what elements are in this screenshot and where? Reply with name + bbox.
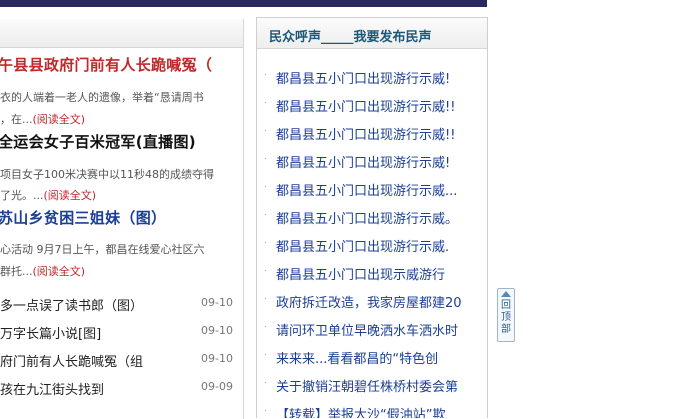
news-title[interactable]: 府门前有人长跪喊冤（组 (0, 351, 143, 370)
voice-item-link[interactable]: 都昌县五小门口出现游行示威! (276, 152, 450, 171)
bullet-icon: · (264, 126, 268, 137)
list-item[interactable]: · 请问环卫单位早晚洒水车洒水时 (257, 316, 487, 344)
public-voice-tab[interactable]: 民众呼声 (269, 30, 321, 45)
list-item[interactable]: · 都昌县五小门口出现游行示威... (257, 176, 487, 204)
list-item[interactable]: · 都昌县五小门口出现游行示威! (257, 64, 487, 92)
list-item[interactable]: 多一点误了读书郎（图） 09-10 (0, 290, 243, 318)
top-bar-blank (487, 0, 675, 7)
list-item[interactable]: · 都昌县五小门口出现游行示威!! (257, 92, 487, 120)
story-title-text[interactable]: 苏山乡贫困三姐妹（图） (0, 209, 166, 227)
list-item[interactable]: 万字长篇小说[图] 09-10 (0, 318, 243, 346)
list-item[interactable]: · 都昌县五小门口出现游行示威。 (257, 204, 487, 232)
bullet-icon: · (264, 406, 268, 417)
news-date: 09-10 (201, 296, 233, 309)
story-title-text[interactable]: 全运会女子百米冠军(直播图) (0, 133, 196, 151)
story-title-1[interactable]: 午县县政府门前有人长跪喊冤（ (0, 54, 212, 75)
voice-item-link[interactable]: 都昌县五小门口出现游行示威!! (276, 96, 455, 115)
bullet-icon: · (264, 70, 268, 81)
list-item[interactable]: · 【转载】举报大沙“假油站”欺 (257, 400, 487, 418)
header-separator: _____ (321, 30, 354, 45)
voice-item-link[interactable]: 【转载】举报大沙“假油站”欺 (276, 404, 445, 418)
left-news-panel: 午县县政府门前有人长跪喊冤（ 衣的人端着一老人的遗像，举着“恳请周书 ，在...… (0, 19, 244, 419)
list-item[interactable]: · 都昌县五小门口出现游行示威!! (257, 120, 487, 148)
bullet-icon: · (264, 322, 268, 333)
voice-item-link[interactable]: 都昌县五小门口出现游行示威. (276, 236, 449, 255)
bullet-icon: · (264, 350, 268, 361)
list-item[interactable]: · 关于撤销汪朝碧任株桥村委会第 (257, 372, 487, 400)
story-title-text[interactable]: 午县县政府门前有人长跪喊冤（ (0, 56, 212, 74)
read-more-link[interactable]: (阅读全文) (33, 113, 86, 126)
story-title-2[interactable]: 全运会女子百米冠军(直播图) (0, 131, 196, 152)
bullet-icon: · (264, 98, 268, 109)
bullet-icon: · (264, 294, 268, 305)
news-title[interactable]: 万字长篇小说[图] (0, 323, 101, 342)
story-summary-text: 群托... (0, 265, 33, 278)
news-date: 09-10 (201, 324, 233, 337)
list-item[interactable]: · 政府拆迁改造，我家房屋都建20 (257, 288, 487, 316)
story-summary-text: ，在... (0, 113, 33, 126)
header-text: 民众呼声_____我要发布民声 (269, 26, 432, 45)
voice-item-link[interactable]: 都昌县五小门口出现游行示威。 (276, 208, 458, 227)
voice-item-link[interactable]: 都昌县五小门口出现游行示威... (276, 180, 457, 199)
list-item[interactable]: · 都昌县五小门口出现游行示威. (257, 232, 487, 260)
post-voice-link[interactable]: 我要发布民声 (354, 30, 432, 45)
bullet-icon: · (264, 238, 268, 249)
voice-item-link[interactable]: 都昌县五小门口出现示威游行 (276, 264, 445, 283)
story-summary-2b: 了光。...(阅读全文) (0, 187, 96, 203)
up-arrow-icon (501, 291, 511, 297)
story-summary-3a: 心活动 9月7日上午，都昌在线爱心社区六 (0, 243, 205, 256)
story-summary-1a: 衣的人端着一老人的遗像，举着“恳请周书 (0, 91, 204, 104)
list-item[interactable]: · 来来来...看看都昌的“特色创 (257, 344, 487, 372)
bullet-icon: · (264, 210, 268, 221)
watermark (490, 262, 670, 381)
story-summary-1b: ，在...(阅读全文) (0, 111, 85, 127)
list-item[interactable]: · 都昌县五小门口出现示威游行 (257, 260, 487, 288)
list-item[interactable]: · 都昌县五小门口出现游行示威! (257, 148, 487, 176)
voice-item-link[interactable]: 都昌县五小门口出现游行示威!! (276, 124, 455, 143)
voice-item-link[interactable]: 来来来...看看都昌的“特色创 (276, 348, 438, 367)
voice-item-link[interactable]: 关于撤销汪朝碧任株桥村委会第 (276, 376, 458, 395)
bullet-icon: · (264, 266, 268, 277)
voice-item-link[interactable]: 都昌县五小门口出现游行示威! (276, 68, 450, 87)
read-more-link[interactable]: (阅读全文) (33, 265, 86, 278)
left-panel-header (0, 19, 243, 48)
news-title[interactable]: 孩在九江街头找到 (0, 379, 104, 398)
bullet-icon: · (264, 378, 268, 389)
top-navigation-bar (0, 0, 487, 7)
voice-item-link[interactable]: 政府拆迁改造，我家房屋都建20 (276, 292, 462, 311)
news-date: 09-10 (201, 352, 233, 365)
voice-item-link[interactable]: 请问环卫单位早晚洒水车洒水时 (276, 320, 458, 339)
public-voice-panel: 民众呼声_____我要发布民声 · 都昌县五小门口出现游行示威! · 都昌县五小门口出… (256, 17, 488, 418)
news-title[interactable]: 多一点误了读书郎（图） (0, 295, 143, 314)
story-title-3[interactable]: 苏山乡贫困三姐妹（图） (0, 207, 166, 228)
story-summary-3b: 群托...(阅读全文) (0, 263, 85, 279)
bullet-icon: · (264, 154, 268, 165)
read-more-link[interactable]: (阅读全文) (44, 189, 97, 202)
story-summary-2a: 项目女子100米决赛中以11秒48的成绩夺得 (0, 168, 214, 181)
public-voice-header: 民众呼声_____我要发布民声 (257, 18, 487, 49)
news-date: 09-09 (201, 380, 233, 393)
list-item[interactable]: 府门前有人长跪喊冤（组 09-10 (0, 346, 243, 374)
story-summary-text: 了光。... (0, 189, 44, 202)
bullet-icon: · (264, 182, 268, 193)
list-item[interactable]: 孩在九江街头找到 09-09 (0, 374, 243, 402)
